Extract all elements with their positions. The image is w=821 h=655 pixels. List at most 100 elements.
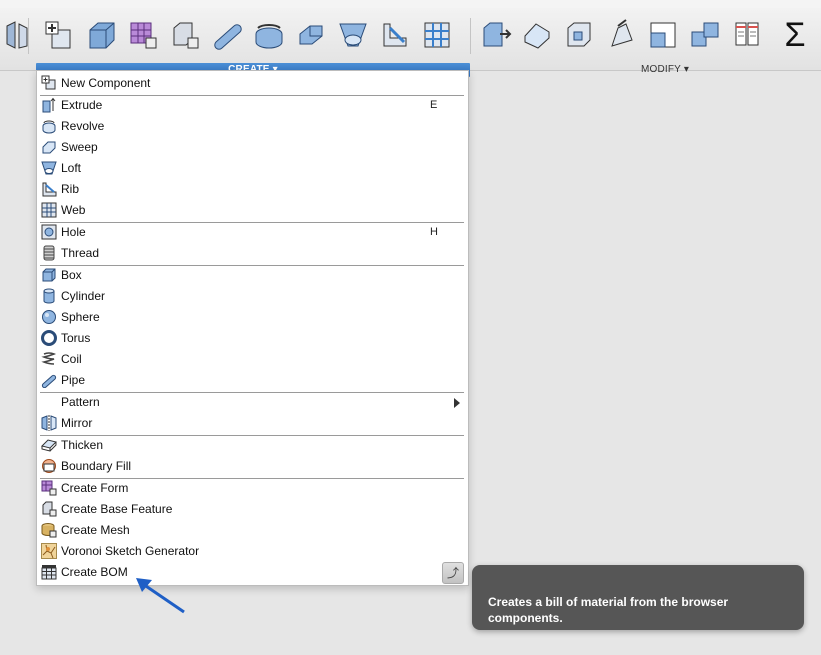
annotation-arrow-icon — [136, 578, 185, 614]
menu-item-create-mesh[interactable]: Create Mesh — [37, 520, 468, 541]
create-mesh-icon — [41, 522, 57, 538]
sweep-icon[interactable] — [294, 18, 328, 52]
new-component-icon[interactable] — [42, 18, 76, 52]
tooltip-text: Creates a bill of material from the brow… — [488, 595, 729, 625]
menu-item-label: Revolve — [61, 119, 105, 133]
create-base-feature-icon — [41, 501, 57, 517]
menu-item-web[interactable]: Web — [37, 200, 468, 221]
web-icon — [41, 202, 57, 218]
menu-item-label: Rib — [61, 182, 80, 196]
menu-item-shortcut: E — [430, 99, 438, 111]
web-icon[interactable] — [420, 18, 454, 52]
menu-item-rib[interactable]: Rib — [37, 179, 468, 200]
menu-item-pipe[interactable]: Pipe — [37, 370, 468, 391]
box-icon[interactable] — [84, 18, 118, 52]
menu-item-label: Thread — [61, 246, 100, 260]
boundary-fill-icon — [41, 458, 57, 474]
menu-item-extrude[interactable]: Extrude E — [37, 95, 468, 116]
menu-item-torus[interactable]: Torus — [37, 328, 468, 349]
menu-item-pattern[interactable]: Pattern — [37, 392, 468, 413]
menu-item-label: Torus — [61, 331, 91, 345]
menu-item-box[interactable]: Box — [37, 265, 468, 286]
sweep-icon — [41, 139, 57, 155]
loft-icon — [41, 160, 57, 176]
menu-item-thread[interactable]: Thread — [37, 243, 468, 264]
create-base-feature-icon[interactable] — [168, 18, 202, 52]
mirror-icon — [41, 415, 57, 431]
menu-item-label: New Component — [61, 76, 151, 90]
change-parameters-icon[interactable] — [730, 18, 764, 52]
revolve-icon[interactable] — [252, 18, 286, 52]
sketch-icon[interactable] — [0, 18, 28, 52]
menu-item-cylinder[interactable]: Cylinder — [37, 286, 468, 307]
menu-item-label: Extrude — [61, 98, 103, 112]
submenu-arrow-icon — [454, 398, 460, 408]
cylinder-icon — [41, 288, 57, 304]
toolbar: Σ CREATE ▾ MODIFY ▾ — [0, 8, 821, 77]
menu-item-label: Loft — [61, 161, 82, 175]
draft-icon[interactable] — [604, 18, 638, 52]
create-menu: New Component Extrude E Revolve Sweep Lo… — [36, 70, 469, 586]
menu-item-label: Box — [61, 268, 82, 282]
menu-item-sweep[interactable]: Sweep — [37, 137, 468, 158]
scale-icon[interactable] — [646, 18, 680, 52]
tooltip: Creates a bill of material from the brow… — [472, 565, 804, 630]
toolbar-separator — [470, 18, 471, 54]
menu-item-loft[interactable]: Loft — [37, 158, 468, 179]
menu-item-label: Coil — [61, 352, 82, 366]
pin-icon[interactable]: ⤴ — [442, 562, 464, 584]
menu-item-shortcut: H — [430, 226, 438, 238]
menu-item-hole[interactable]: Hole H — [37, 222, 468, 243]
menu-item-label: Cylinder — [61, 289, 106, 303]
menu-item-sphere[interactable]: Sphere — [37, 307, 468, 328]
sphere-icon — [41, 309, 57, 325]
menu-item-label: Thicken — [61, 438, 104, 452]
thread-icon — [41, 245, 57, 261]
pipe-icon[interactable] — [210, 18, 244, 52]
shell-icon[interactable] — [562, 18, 596, 52]
menu-item-create-form[interactable]: Create Form — [37, 478, 468, 499]
menu-item-label: Create Base Feature — [61, 502, 173, 516]
menu-item-label: Sweep — [61, 140, 98, 154]
menu-item-label: Hole — [61, 225, 86, 239]
create-form-icon[interactable] — [126, 18, 160, 52]
menu-item-voronoi-sketch-generator[interactable]: Voronoi Sketch Generator — [37, 541, 468, 562]
menu-item-new-component[interactable]: New Component — [37, 73, 468, 94]
coil-icon — [41, 351, 57, 367]
rib-icon — [41, 181, 57, 197]
menu-item-label: Boundary Fill — [61, 459, 132, 473]
menu-item-boundary-fill[interactable]: Boundary Fill — [37, 456, 468, 477]
menu-item-label: Voronoi Sketch Generator — [61, 544, 200, 558]
menu-item-create-base-feature[interactable]: Create Base Feature — [37, 499, 468, 520]
menu-item-label: Mirror — [61, 416, 93, 430]
menu-item-coil[interactable]: Coil — [37, 349, 468, 370]
voronoi-icon — [41, 543, 57, 559]
toolbar-separator — [28, 18, 29, 54]
create-form-icon — [41, 480, 57, 496]
menu-item-thicken[interactable]: Thicken — [37, 435, 468, 456]
menu-item-label: Create BOM — [61, 565, 128, 579]
bom-icon — [41, 564, 57, 580]
menu-item-mirror[interactable]: Mirror — [37, 413, 468, 434]
menu-item-label: Pipe — [61, 373, 86, 387]
loft-icon[interactable] — [336, 18, 370, 52]
menu-item-revolve[interactable]: Revolve — [37, 116, 468, 137]
new-component-icon — [41, 75, 57, 91]
thicken-icon — [41, 437, 57, 453]
box-icon — [41, 267, 57, 283]
menu-item-label: Pattern — [61, 395, 100, 409]
extrude-icon — [41, 97, 57, 113]
menu-item-label: Create Form — [61, 481, 129, 495]
revolve-icon — [41, 118, 57, 134]
torus-icon — [41, 330, 57, 346]
fillet-icon[interactable] — [520, 18, 554, 52]
sum-icon[interactable]: Σ — [778, 18, 812, 52]
hole-icon — [41, 224, 57, 240]
combine-icon[interactable] — [688, 18, 722, 52]
menu-item-create-bom[interactable]: Create BOM — [37, 562, 468, 583]
press-pull-icon[interactable] — [478, 18, 512, 52]
modify-section-dropdown[interactable]: MODIFY ▾ — [600, 63, 730, 77]
pipe-icon — [41, 372, 57, 388]
menu-item-label: Web — [61, 203, 86, 217]
rib-icon[interactable] — [378, 18, 412, 52]
